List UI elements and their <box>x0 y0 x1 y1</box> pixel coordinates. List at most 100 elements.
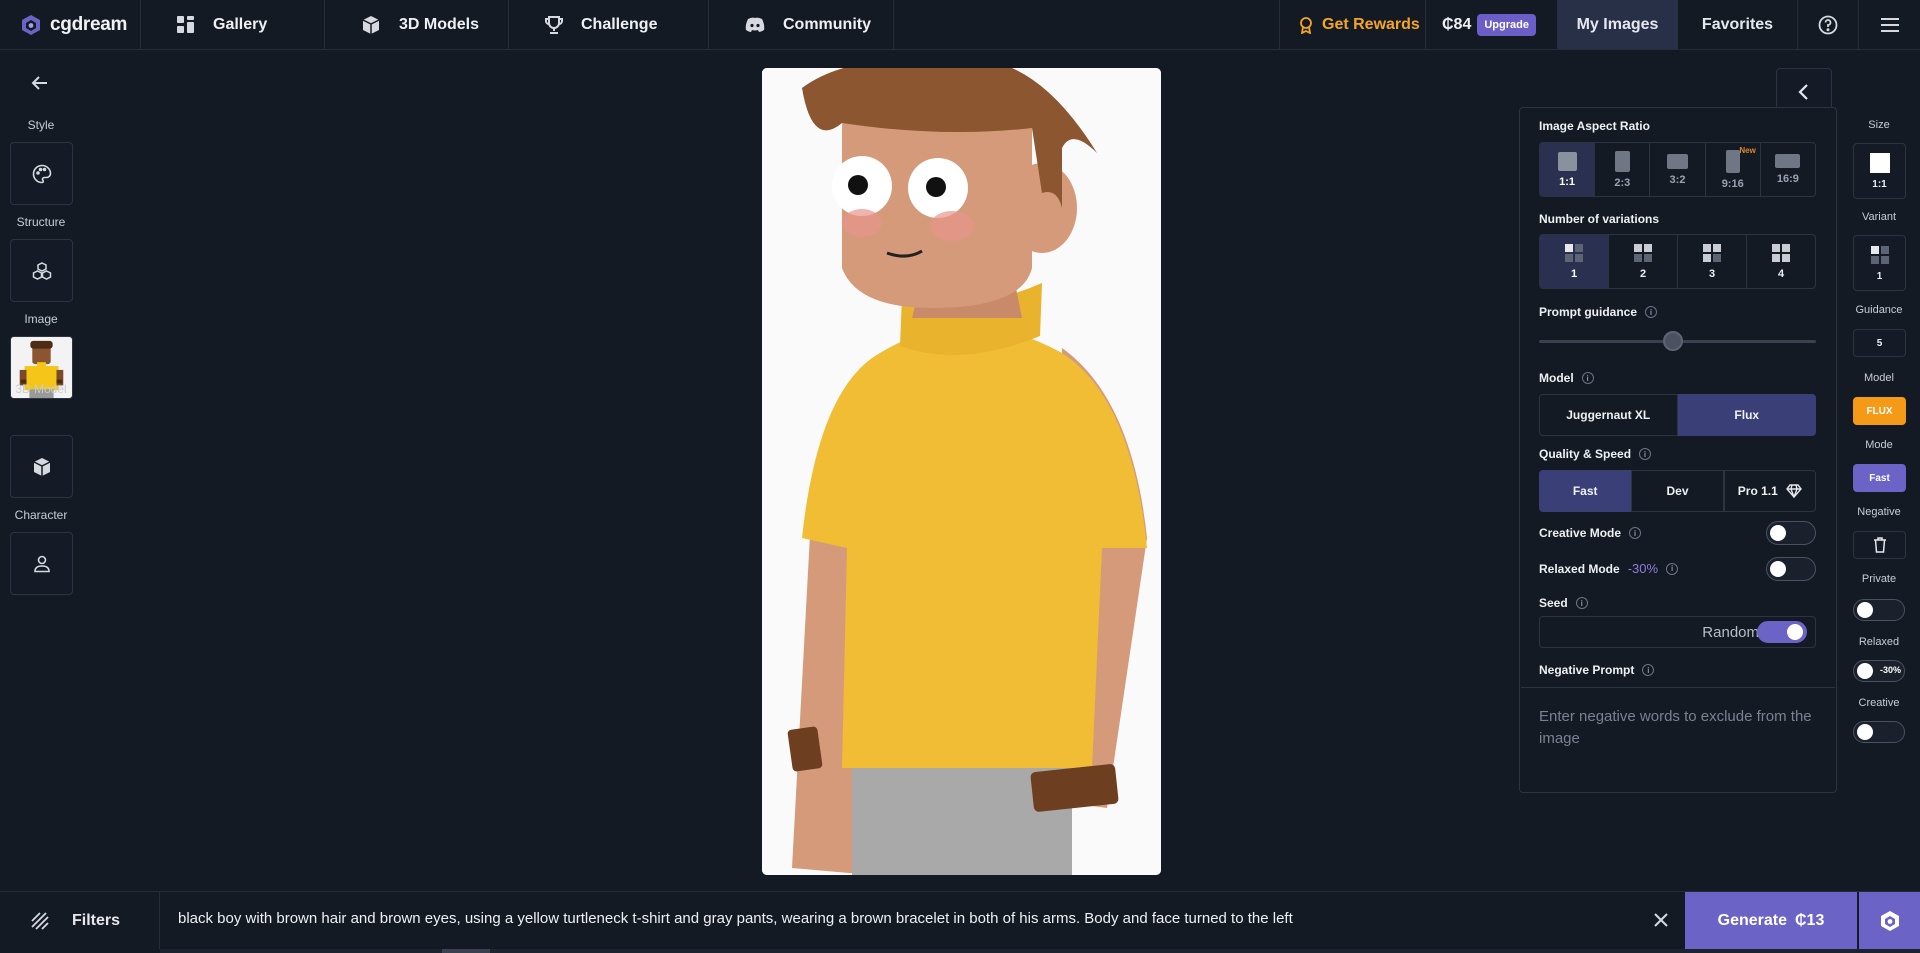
aspect-ratio-title-text: Image Aspect Ratio <box>1539 119 1650 133</box>
nav-my-images[interactable]: My Images <box>1557 0 1678 49</box>
filters-button[interactable]: Filters <box>0 892 160 949</box>
scrollbar-thumb[interactable] <box>442 949 490 953</box>
info-icon[interactable]: i <box>1645 306 1658 318</box>
prompt-bar: Filters black boy with brown hair and br… <box>0 891 1920 953</box>
filters-icon <box>31 911 49 930</box>
menu-button[interactable] <box>1859 0 1920 49</box>
logo[interactable]: cgdream <box>0 0 141 49</box>
creative-label: Creative <box>1858 697 1900 709</box>
relaxed-toggle[interactable]: -30% <box>1853 660 1905 682</box>
aspect-option-2-3[interactable]: 2:3 <box>1595 143 1651 196</box>
guidance-summary-button[interactable]: 5 <box>1853 329 1906 357</box>
toggle-knob <box>1857 724 1873 740</box>
prompt-guidance-slider[interactable] <box>1539 331 1816 351</box>
negative-prompt-input[interactable]: Enter negative words to exclude from the… <box>1521 687 1835 791</box>
person-icon <box>33 555 50 572</box>
tall-ratio-icon <box>1725 149 1740 173</box>
credits-value: ₵84 <box>1442 15 1472 33</box>
aspect-option-label: 9:16 <box>1721 177 1744 190</box>
slider-thumb[interactable] <box>1663 331 1683 351</box>
palette-icon <box>32 164 51 183</box>
sidebar-structure-label: Structure <box>16 215 66 229</box>
relaxed-discount: -30% <box>1627 561 1659 576</box>
upgrade-button[interactable]: Upgrade <box>1477 13 1536 36</box>
private-toggle[interactable] <box>1853 599 1905 621</box>
wide-ratio-icon <box>1775 154 1801 168</box>
generated-image[interactable] <box>762 68 1161 875</box>
variation-option-2[interactable]: 2 <box>1609 235 1678 288</box>
nav-gallery[interactable]: Gallery <box>141 0 325 49</box>
trophy-icon <box>545 15 563 34</box>
aspect-option-label: 16:9 <box>1776 173 1799 185</box>
info-icon[interactable]: i <box>1575 597 1588 609</box>
variation-option-1[interactable]: 1 <box>1540 235 1609 288</box>
mode-summary-button[interactable]: Fast <box>1853 464 1906 492</box>
aspect-option-3-2[interactable]: 3:2 <box>1650 143 1706 196</box>
sidebar-3d-model-button[interactable] <box>10 435 73 498</box>
info-icon[interactable]: i <box>1642 664 1655 676</box>
model-option-flux[interactable]: Flux <box>1677 394 1816 436</box>
seed-title-text: Seed <box>1539 596 1568 610</box>
info-icon[interactable]: i <box>1666 562 1679 575</box>
quality-option-pro[interactable]: Pro 1.1 <box>1723 470 1816 512</box>
toggle-knob <box>1770 561 1786 577</box>
aspect-ratio-selector: 1:1 2:3 3:2 New 9:16 16:9 <box>1539 142 1816 197</box>
sidebar-character-button[interactable] <box>10 532 73 595</box>
model-option-juggernaut[interactable]: Juggernaut XL <box>1539 394 1678 436</box>
seed-random-label: Random <box>1702 624 1759 641</box>
size-summary-button[interactable]: 1:1 <box>1853 143 1906 199</box>
negative-summary-button[interactable] <box>1853 531 1906 559</box>
prompt-scrollbar[interactable] <box>160 949 1920 953</box>
creative-mode-toggle[interactable] <box>1766 521 1816 545</box>
aspect-option-label: 2:3 <box>1614 176 1631 189</box>
nav-challenge[interactable]: Challenge <box>509 0 709 49</box>
info-icon[interactable]: i <box>1581 372 1594 384</box>
nav-favorites[interactable]: Favorites <box>1678 0 1798 49</box>
variant-summary-button[interactable]: 1 <box>1853 235 1906 291</box>
variations-title-text: Number of variations <box>1539 212 1660 226</box>
seed-field[interactable]: Random <box>1539 616 1816 648</box>
variation-option-3[interactable]: 3 <box>1678 235 1747 288</box>
aspect-option-1-1[interactable]: 1:1 <box>1540 143 1596 196</box>
guidance-label: Guidance <box>1855 304 1903 316</box>
quality-option-fast[interactable]: Fast <box>1539 470 1632 512</box>
sidebar-style-button[interactable] <box>10 142 73 205</box>
aspect-option-16-9[interactable]: 16:9 <box>1761 143 1815 196</box>
info-icon[interactable]: i <box>1639 448 1652 460</box>
generate-button[interactable]: Generate ₵13 <box>1685 892 1857 949</box>
sidebar-structure-button[interactable] <box>10 239 73 302</box>
nav-3d-models-label: 3D Models <box>399 15 480 33</box>
aspect-option-label: 1:1 <box>1559 175 1576 188</box>
get-rewards-button[interactable]: Get Rewards <box>1279 0 1426 49</box>
model-value: FLUX <box>1866 405 1893 417</box>
generate-options-button[interactable] <box>1859 892 1920 949</box>
variation-grid-icon <box>1772 244 1790 262</box>
variation-option-label: 4 <box>1777 268 1785 280</box>
relaxed-mode-toggle[interactable] <box>1766 557 1816 581</box>
model-summary-button[interactable]: FLUX <box>1853 397 1906 425</box>
creative-mode-title: Creative Mode i <box>1539 526 1642 540</box>
square-ratio-icon <box>1869 152 1890 173</box>
nav-3d-models[interactable]: 3D Models <box>325 0 509 49</box>
generate-label: Generate <box>1717 911 1787 929</box>
seed-random-toggle[interactable] <box>1757 621 1807 643</box>
negative-label: Negative <box>1857 506 1901 518</box>
quality-option-pro-label: Pro 1.1 <box>1737 484 1778 498</box>
variant-label: Variant <box>1861 211 1897 223</box>
back-button[interactable] <box>28 71 52 95</box>
info-icon[interactable]: i <box>1629 527 1642 539</box>
cubes-icon <box>32 261 51 280</box>
prompt-input[interactable]: black boy with brown hair and brown eyes… <box>178 910 1293 927</box>
toggle-knob <box>1857 602 1873 618</box>
model-title-text: Model <box>1539 371 1574 385</box>
square-ratio-icon <box>1557 151 1577 171</box>
nav-community[interactable]: Community <box>709 0 894 49</box>
variation-option-4[interactable]: 4 <box>1747 235 1815 288</box>
aspect-option-9-16[interactable]: New 9:16 <box>1706 143 1761 196</box>
quality-selector: Fast Dev Pro 1.1 <box>1539 470 1816 512</box>
clear-prompt-button[interactable] <box>1651 910 1671 930</box>
help-button[interactable] <box>1798 0 1859 49</box>
creative-toggle[interactable] <box>1853 721 1905 743</box>
quality-option-dev[interactable]: Dev <box>1631 470 1724 512</box>
